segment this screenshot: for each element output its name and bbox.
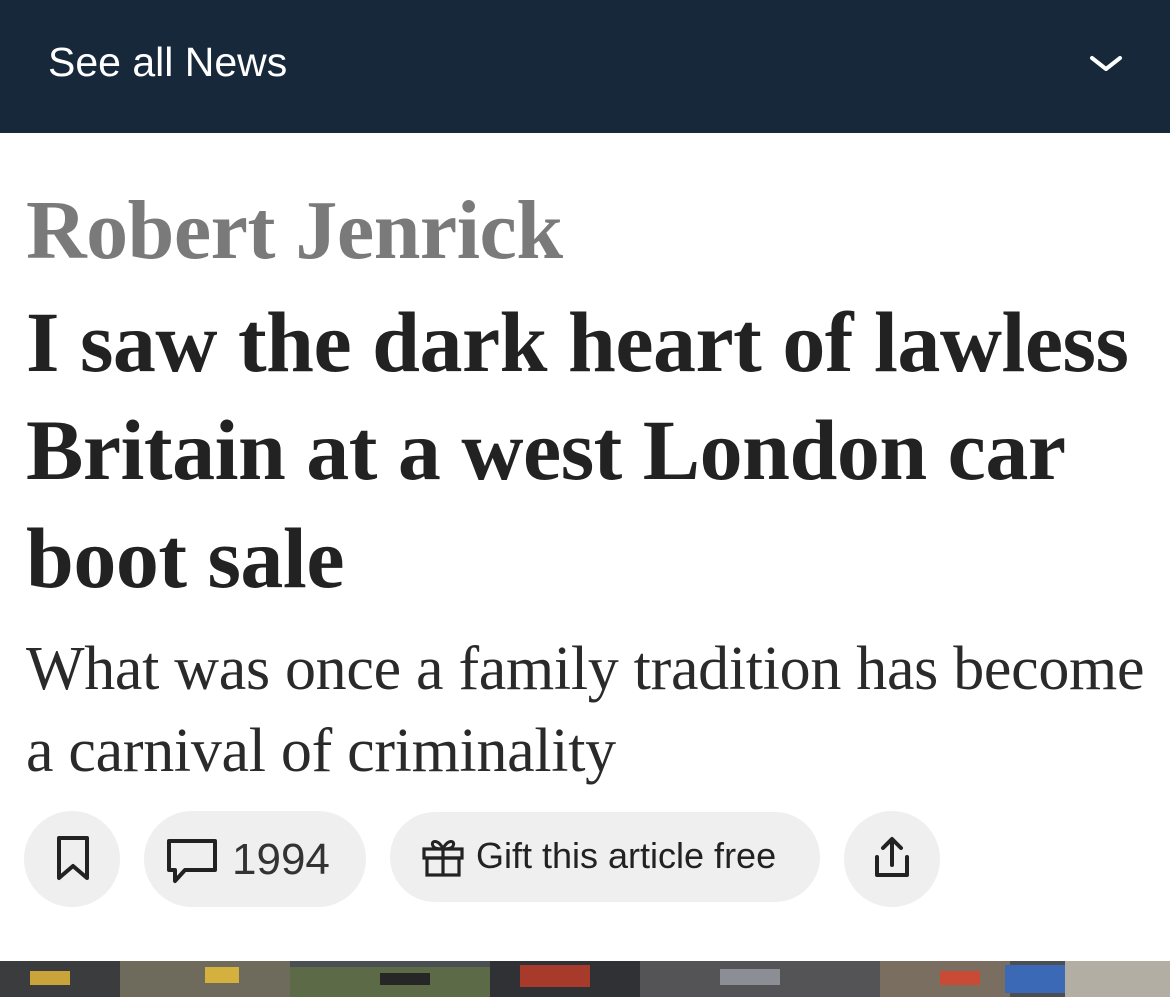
article-standfirst: What was once a family tradition has bec…	[26, 635, 1145, 785]
comment-icon	[167, 839, 217, 883]
share-button[interactable]	[844, 811, 940, 907]
see-all-news-link[interactable]: See all News	[48, 38, 287, 86]
share-icon	[875, 837, 909, 877]
gift-article-label: Gift this article free	[476, 835, 777, 876]
author-name[interactable]: Robert Jenrick	[26, 183, 563, 279]
gift-article-button[interactable]: Gift this article free	[390, 812, 820, 902]
chevron-down-icon[interactable]	[1084, 44, 1128, 84]
comment-count: 1994	[232, 835, 330, 884]
bookmark-icon	[57, 836, 89, 880]
article-hero-image	[0, 961, 1170, 997]
article-headline: I saw the dark heart of lawless Britain …	[26, 294, 1129, 606]
news-nav-bar: See all News	[0, 0, 1170, 133]
comments-button[interactable]: 1994	[144, 811, 366, 907]
bookmark-button[interactable]	[24, 811, 120, 907]
gift-icon	[422, 840, 464, 877]
article-page: See all News Robert Jenrick I saw the da…	[0, 0, 1170, 997]
